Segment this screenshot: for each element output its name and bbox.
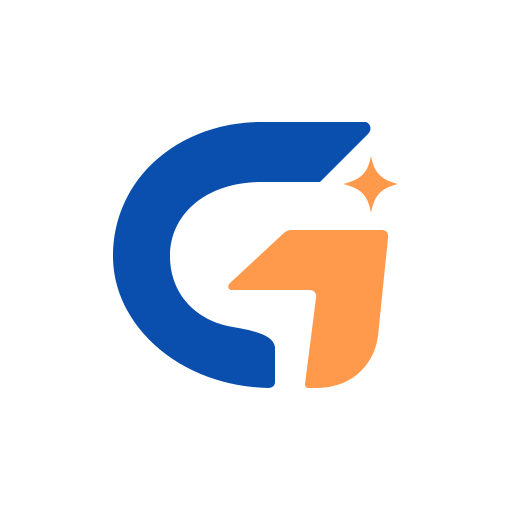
brand-logo — [113, 122, 398, 388]
logo-canvas — [0, 0, 512, 512]
sparkle-star-icon — [343, 156, 398, 213]
